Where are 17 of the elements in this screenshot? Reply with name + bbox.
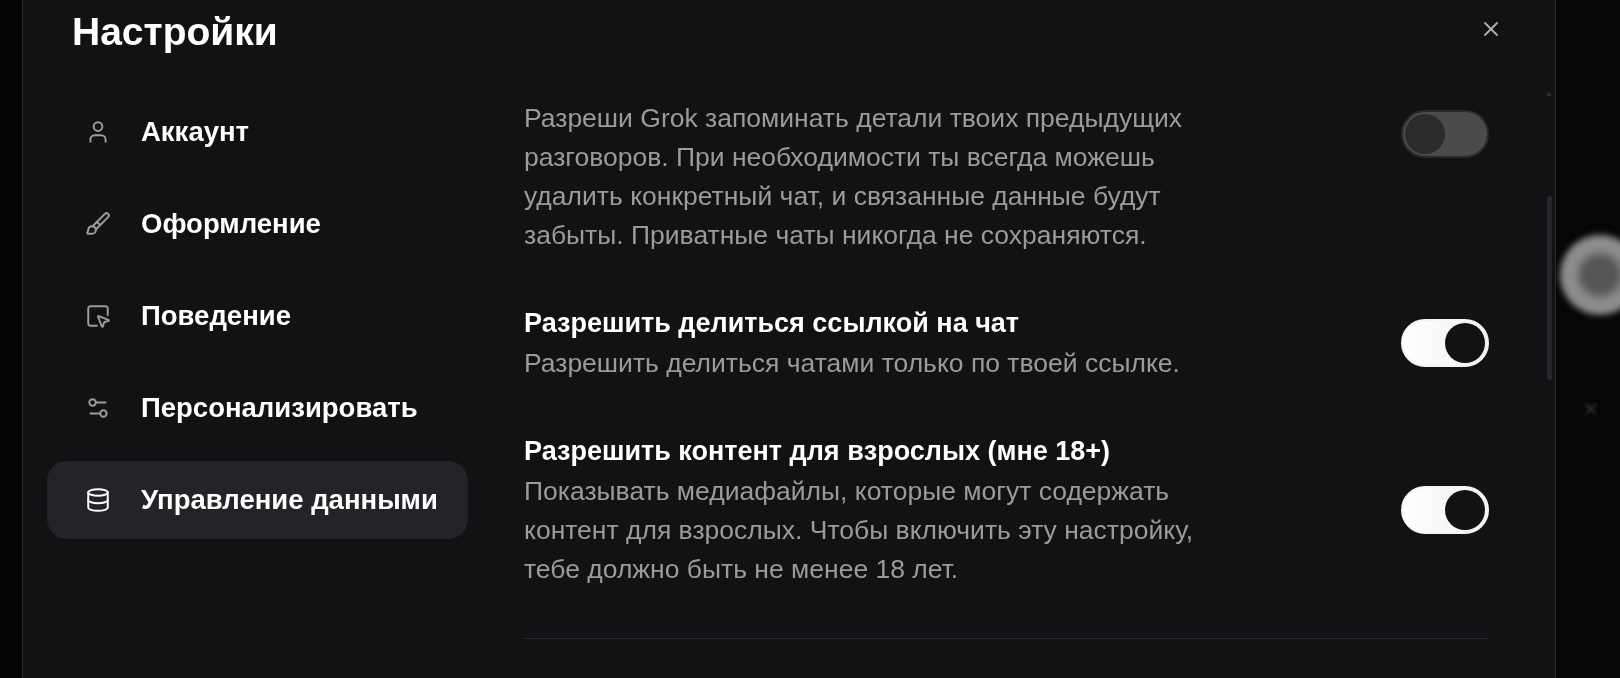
setting-title: Разрешить делиться ссылкой на чат	[524, 307, 1021, 340]
cursor-square-icon	[85, 303, 111, 329]
sidebar-item[interactable]: Поведение	[47, 277, 468, 355]
sidebar-item[interactable]: Аккаунт	[47, 93, 468, 171]
dialog-title: Настройки	[72, 9, 278, 55]
sliders-icon	[85, 395, 111, 421]
blurred-close-icon	[1582, 400, 1600, 418]
sidebar-item[interactable]: Персонализировать	[47, 369, 468, 447]
toggle-switch[interactable]	[1401, 110, 1489, 158]
sidebar-item[interactable]: Оформление	[47, 185, 468, 263]
database-icon	[85, 487, 111, 513]
setting-description: Разрешить делиться чатами только по твоей ссылке.	[524, 347, 1181, 380]
setting-title: Разрешить контент для взрослых (мне 18+)	[524, 435, 1112, 468]
setting-description: Разреши Grok запоминать детали твоих предыдущих разговоров. При необходимости ты всегда можешь удалить конкретный чат, и связанные данные будут забыты. Приватные чаты никогда не сохраняются.	[524, 102, 1184, 252]
setting-description: Показывать медиафайлы, которые могут содержать контент для взрослых. Чтобы включить эту настройку, тебе должно быть не менее 18 лет.	[524, 475, 1195, 586]
sidebar-item[interactable]: Управление данными	[47, 461, 468, 539]
brush-icon	[85, 211, 111, 237]
